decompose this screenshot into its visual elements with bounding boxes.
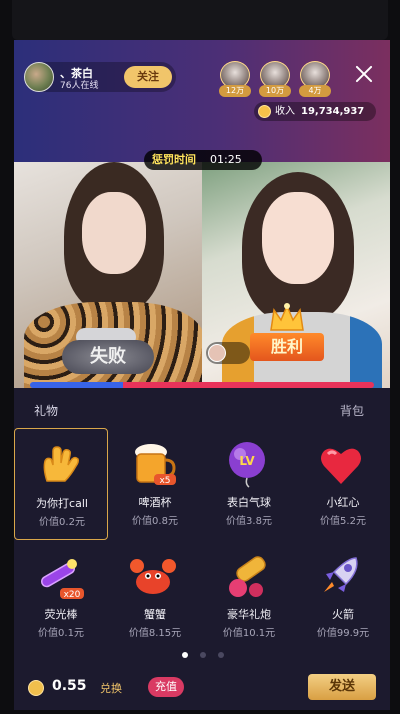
streamer-face bbox=[82, 192, 146, 274]
follow-button[interactable]: 关注 bbox=[124, 66, 172, 88]
svg-text:x5: x5 bbox=[159, 476, 170, 486]
room-header: 、茶白 76人在线 关注 12万 10万 4万 收入 19,734,937 bbox=[14, 40, 390, 162]
gift-name: 啤酒杯 bbox=[138, 496, 172, 509]
phone-top-bezel bbox=[12, 0, 388, 40]
host-info[interactable]: 、茶白 76人在线 关注 bbox=[24, 62, 176, 92]
gift-price: 价值10.1元 bbox=[222, 628, 276, 639]
gift-name: 荧光棒 bbox=[44, 608, 78, 621]
pk-progress-bar bbox=[30, 382, 374, 388]
gift-price: 价值99.9元 bbox=[316, 628, 370, 639]
contribution-value: 4万 bbox=[299, 85, 331, 97]
balloon-icon: LV bbox=[229, 442, 265, 488]
pk-progress-left bbox=[30, 382, 123, 388]
gift-cannon[interactable]: 豪华礼炮 价值10.1元 bbox=[202, 540, 296, 652]
balance-value: 0.55 bbox=[52, 678, 87, 694]
gift-crab[interactable]: 蟹蟹 价值8.15元 bbox=[108, 540, 202, 652]
send-button[interactable]: 发送 bbox=[308, 674, 376, 700]
crab-icon bbox=[130, 559, 176, 594]
gift-panel: 礼物 背包 为你打call 价值0.2元 x5 啤酒杯 价值0.8元 LV 表白… bbox=[14, 388, 390, 710]
gift-name: 豪华礼炮 bbox=[227, 608, 271, 621]
gift-beer[interactable]: x5 啤酒杯 价值0.8元 bbox=[108, 428, 202, 540]
income-value: 19,734,937 bbox=[301, 106, 365, 117]
streamer-face bbox=[262, 192, 334, 284]
punish-label: 惩罚时间 bbox=[152, 153, 196, 166]
avatar bbox=[208, 344, 226, 362]
income-badge[interactable]: 收入 19,734,937 bbox=[254, 102, 376, 121]
gift-name: 小红心 bbox=[326, 496, 360, 509]
glow-stick-icon: x20 bbox=[40, 559, 84, 600]
gift-balloon[interactable]: LV 表白气球 价值3.8元 bbox=[202, 428, 296, 540]
gift-name: 蟹蟹 bbox=[144, 608, 166, 621]
win-badge: 胜利 bbox=[250, 333, 324, 361]
top-fan-2[interactable]: 10万 bbox=[259, 61, 291, 97]
rocket-icon bbox=[324, 557, 358, 592]
gift-name: 为你打call bbox=[36, 497, 88, 510]
exchange-link[interactable]: 兑换 bbox=[100, 680, 122, 696]
gift-price: 价值0.1元 bbox=[38, 628, 84, 639]
host-avatar[interactable] bbox=[24, 62, 54, 92]
coin-icon bbox=[28, 680, 44, 696]
red-heart-icon bbox=[321, 448, 361, 484]
gift-rocket[interactable]: 火箭 价值99.9元 bbox=[296, 540, 390, 652]
gift-call[interactable]: 为你打call 价值0.2元 bbox=[14, 428, 108, 540]
contribution-value: 12万 bbox=[219, 85, 251, 97]
top-fan-3[interactable]: 4万 bbox=[299, 61, 331, 97]
gift-bottom-bar: 0.55 兑换 充值 发送 bbox=[14, 672, 390, 710]
phone-frame: 、茶白 76人在线 关注 12万 10万 4万 收入 19,734,937 惩罚… bbox=[0, 0, 400, 714]
punish-timer: 01:25 bbox=[210, 153, 242, 166]
gift-price: 价值0.2元 bbox=[39, 517, 85, 528]
gift-price: 价值8.15元 bbox=[128, 628, 182, 639]
recharge-button[interactable]: 充值 bbox=[148, 677, 184, 697]
punish-timer-badge: 惩罚时间 01:25 bbox=[144, 150, 262, 170]
coin-icon bbox=[258, 105, 271, 118]
svg-text:x20: x20 bbox=[64, 590, 81, 600]
pk-progress-right bbox=[122, 382, 374, 388]
income-label: 收入 bbox=[275, 106, 295, 117]
online-count: 76人在线 bbox=[60, 81, 99, 91]
gift-name: 表白气球 bbox=[227, 496, 271, 509]
cannon-icon bbox=[229, 556, 266, 597]
tab-gift[interactable]: 礼物 bbox=[34, 402, 58, 419]
gift-price: 价值3.8元 bbox=[226, 516, 272, 527]
tab-backpack[interactable]: 背包 bbox=[340, 402, 364, 419]
top-fan-1[interactable]: 12万 bbox=[219, 61, 251, 97]
hand-call-icon bbox=[43, 446, 79, 482]
gift-heart[interactable]: 小红心 价值5.2元 bbox=[296, 428, 390, 540]
guest-chip[interactable] bbox=[206, 342, 250, 364]
crown-icon bbox=[270, 303, 304, 331]
contribution-value: 10万 bbox=[259, 85, 291, 97]
gift-glowstick[interactable]: x20 荧光棒 价值0.1元 bbox=[14, 540, 108, 652]
gift-name: 火箭 bbox=[332, 608, 354, 621]
lose-badge: 失败 bbox=[62, 340, 154, 374]
page-dot[interactable] bbox=[218, 652, 224, 658]
page-indicator bbox=[180, 652, 228, 660]
close-icon[interactable] bbox=[352, 62, 376, 86]
beer-mug-icon: x5 bbox=[135, 444, 176, 486]
gift-price: 价值0.8元 bbox=[132, 516, 178, 527]
page-dot[interactable] bbox=[200, 652, 206, 658]
svg-text:LV: LV bbox=[239, 454, 255, 468]
live-room-screen: 、茶白 76人在线 关注 12万 10万 4万 收入 19,734,937 惩罚… bbox=[14, 40, 390, 710]
page-dot[interactable] bbox=[182, 652, 188, 658]
gift-price: 价值5.2元 bbox=[320, 516, 366, 527]
